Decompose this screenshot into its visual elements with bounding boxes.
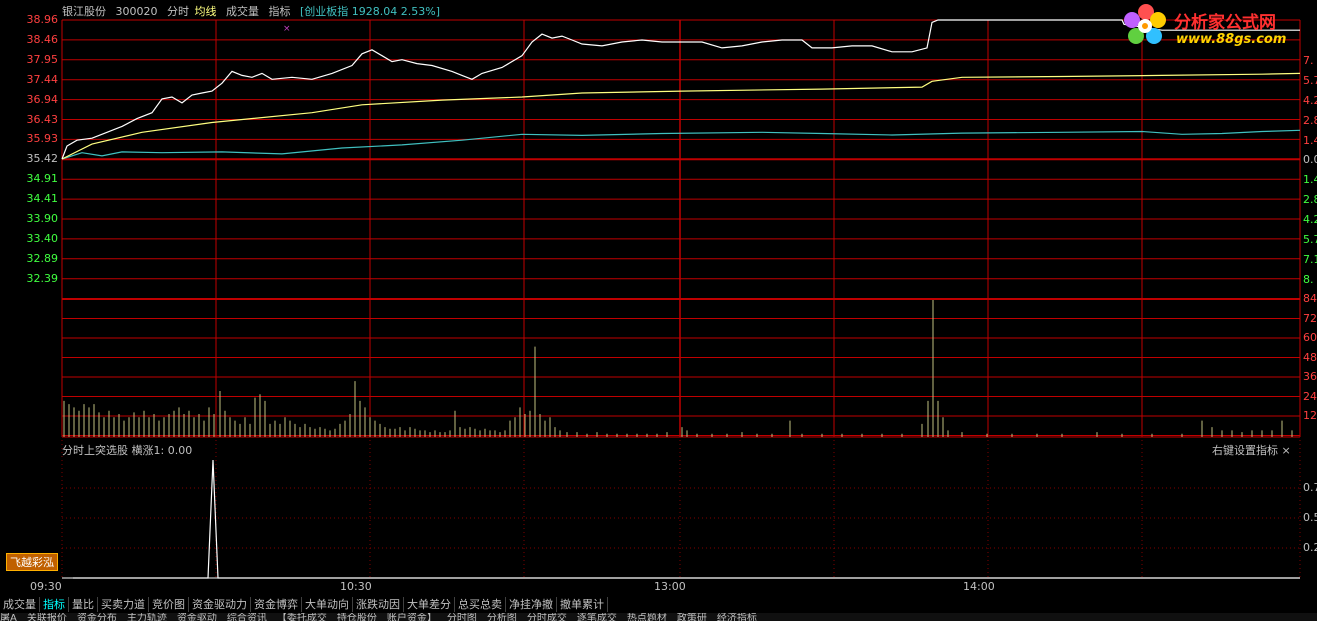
series-line [61, 72, 1301, 160]
bottom-item[interactable]: 资金分布 [77, 613, 117, 621]
bottom-item[interactable]: 综合资讯 [227, 613, 267, 621]
volume-tick: 12 [1303, 409, 1317, 422]
logo-brand-url: www.88gs.com [1176, 32, 1287, 47]
percent-tick: 1.4 [1303, 173, 1317, 186]
tab-item[interactable]: 资金博弈 [251, 597, 302, 612]
price-tick: 34.41 [26, 192, 59, 205]
tab-item[interactable]: 量比 [69, 597, 98, 612]
tab-item[interactable]: 涨跌动因 [353, 597, 404, 612]
bottom-item[interactable]: 热点题材 [627, 613, 667, 621]
volume-tick: 60 [1303, 331, 1317, 344]
percent-tick: 1.4 [1303, 134, 1317, 147]
percent-tick: 4.2 [1303, 94, 1317, 107]
indicator-spike [73, 459, 1300, 579]
tab-item[interactable]: 总买总卖 [455, 597, 506, 612]
indicator-title: 分时上突选股 横涨1: 0.00 [62, 444, 193, 457]
indicator-line [73, 459, 1300, 579]
time-tick: 14:00 [963, 580, 995, 593]
index-line [61, 129, 1301, 160]
percent-tick: 4.2 [1303, 213, 1317, 226]
price-tick: 34.91 [26, 172, 59, 185]
tab-item[interactable]: 买卖力道 [98, 597, 149, 612]
tab-item[interactable]: 成交量 [0, 597, 40, 612]
percent-tick: 8. [1303, 273, 1314, 286]
average-price-line [61, 72, 1301, 160]
percent-tick: 7. [1303, 54, 1314, 67]
bottom-item[interactable]: 分析图 [487, 613, 517, 621]
bottom-item[interactable]: 主力轨迹 [127, 613, 167, 621]
intraday-chart[interactable]: × [0, 0, 1317, 597]
bottom-item[interactable]: 屠A [0, 613, 17, 621]
indicator-tab-bar: 成交量 指标 量比 买卖力道 竞价图 资金驱动力 资金博弈 大单动向 涨跌动因 大单差分 总买总卖净… [0, 597, 1317, 613]
bottom-item[interactable]: 分时图 [447, 613, 477, 621]
price-tick: 33.40 [26, 232, 59, 245]
price-tick: 38.46 [26, 33, 59, 46]
tab-item[interactable]: 资金驱动力 [189, 597, 251, 612]
bottom-item[interactable]: 持仓股份 [337, 613, 377, 621]
logo-brand-cn: 分析家公式网 [1174, 13, 1276, 33]
series-line [61, 19, 1300, 160]
price-tick: 35.42 [26, 152, 59, 165]
volume-tick: 24 [1303, 390, 1317, 403]
time-tick: 09:30 [30, 580, 62, 593]
indicator-tick: 0.5 [1303, 511, 1317, 524]
bottom-item[interactable]: 逐笔成交 [577, 613, 617, 621]
indicator-settings-link[interactable]: 右键设置指标 × [1212, 442, 1291, 458]
bottom-item[interactable]: 分时成交 [527, 613, 567, 621]
price-tick: 32.39 [26, 272, 59, 285]
tab-item[interactable]: 指标 [40, 597, 69, 612]
price-tick: 33.90 [26, 212, 59, 225]
chart-grid [61, 19, 1301, 579]
price-line [61, 19, 1300, 160]
price-tick: 35.93 [26, 132, 59, 145]
percent-tick: 2.8 [1303, 114, 1317, 127]
tab-item[interactable]: 撤单累计 [557, 597, 608, 612]
tab-item[interactable]: 净挂净撤 [506, 597, 557, 612]
volume-tick: 36 [1303, 370, 1317, 383]
feiyue-button[interactable]: 飞越彩泓 [6, 553, 58, 571]
volume-tick: 84 [1303, 292, 1317, 305]
price-tick: 37.95 [26, 53, 59, 66]
indicator-tick: 0.2 [1303, 541, 1317, 554]
tab-item[interactable]: 竞价图 [149, 597, 189, 612]
volume-tick: 72 [1303, 312, 1317, 325]
bottom-function-bar: 屠A 关联报价 资金分布 主力轨迹 资金驱动 综合资讯 【委托成交 持仓股份 账户资金】 分时图 分… [0, 613, 1317, 621]
percent-tick: 5.7 [1303, 233, 1317, 246]
time-tick: 10:30 [340, 580, 372, 593]
percent-tick: 5.7 [1303, 74, 1317, 87]
bottom-item[interactable]: 【委托成交 [277, 613, 327, 621]
marker-cross: × [283, 24, 291, 34]
bottom-item[interactable]: 资金驱动 [177, 613, 217, 621]
price-tick: 36.43 [26, 113, 59, 126]
tab-item[interactable]: 大单动向 [302, 597, 353, 612]
bottom-item[interactable]: 经济指标 [717, 613, 757, 621]
percent-tick: 2.8 [1303, 193, 1317, 206]
price-tick: 37.44 [26, 73, 59, 86]
price-tick: 38.96 [26, 13, 59, 26]
series-line [61, 129, 1301, 160]
volume-tick: 48 [1303, 351, 1317, 364]
bottom-item[interactable]: 账户资金】 [387, 613, 437, 621]
indicator-tick: 0.7 [1303, 481, 1317, 494]
bottom-item[interactable]: 政策研 [677, 613, 707, 621]
percent-tick: 0.0 [1303, 153, 1317, 166]
price-tick: 36.94 [26, 93, 59, 106]
tab-item[interactable]: 大单差分 [404, 597, 455, 612]
bottom-item[interactable]: 关联报价 [27, 613, 67, 621]
time-tick: 13:00 [654, 580, 686, 593]
percent-tick: 7.1 [1303, 253, 1317, 266]
price-tick: 32.89 [26, 252, 59, 265]
